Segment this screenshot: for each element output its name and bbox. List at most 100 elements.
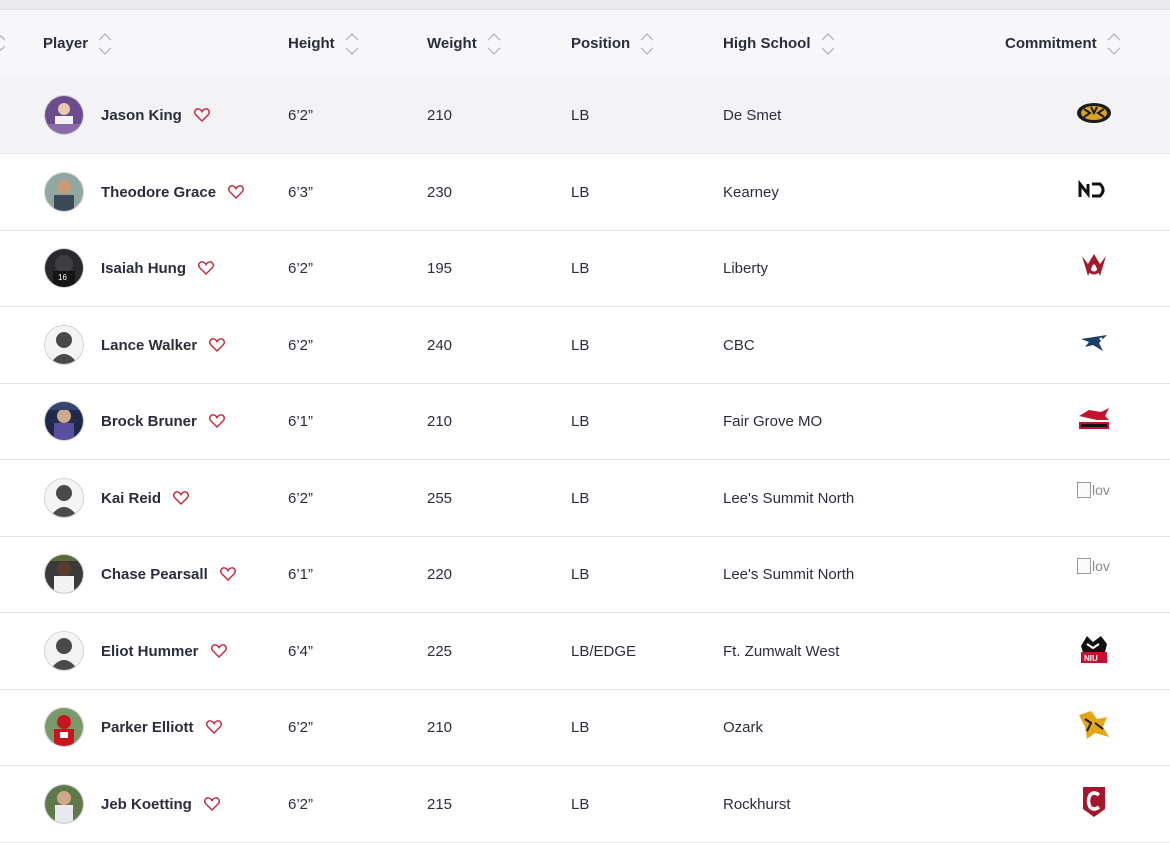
table-header: Player Height Weight Position High Schoo… — [0, 10, 1170, 78]
player-name[interactable]: Theodore Grace — [101, 184, 216, 201]
bird-logo-icon[interactable] — [1076, 325, 1112, 361]
player-avatar[interactable] — [44, 401, 84, 441]
high-school-cell: Kearney — [723, 183, 779, 201]
player-avatar[interactable] — [44, 172, 84, 212]
broken-image-icon[interactable]: lov — [1077, 482, 1113, 498]
table-row[interactable]: Eliot Hummer 6’4” 225 LB/EDGE Ft. Zumwal… — [0, 613, 1170, 690]
table-row[interactable]: Parker Elliott 6’2” 210 LB Ozark — [0, 689, 1170, 766]
table-row[interactable]: Kai Reid 6’2” 255 LB Lee's Summit North … — [0, 460, 1170, 537]
column-label-position: Position — [571, 35, 631, 52]
redhawk-logo-icon[interactable] — [1076, 401, 1112, 437]
position-cell: LB — [571, 336, 590, 354]
broken-image-glyph — [1077, 482, 1091, 498]
column-header-position[interactable]: Position — [571, 10, 654, 77]
weight-cell: 215 — [427, 795, 453, 813]
column-header-height[interactable]: Height — [288, 10, 359, 77]
broken-image-alt-text: lov — [1092, 482, 1110, 498]
player-name-cell: Isaiah Hung — [101, 230, 214, 306]
favorite-heart-icon[interactable] — [173, 491, 189, 505]
sort-icon[interactable] — [487, 30, 501, 58]
favorite-heart-icon[interactable] — [203, 797, 220, 811]
player-name-cell: Jeb Koetting — [101, 766, 220, 842]
column-header-player[interactable]: Player — [43, 10, 112, 77]
player-name-cell: Brock Bruner — [101, 383, 225, 459]
broken-image-icon[interactable]: lov — [1077, 558, 1113, 574]
favorite-heart-icon[interactable] — [208, 414, 225, 428]
nd-logo-icon[interactable] — [1076, 172, 1112, 208]
height-cell: 6’2” — [288, 489, 314, 507]
player-name[interactable]: Eliot Hummer — [101, 643, 199, 660]
tiger-logo-icon[interactable] — [1076, 95, 1112, 131]
position-cell: LB — [571, 106, 590, 124]
wsu-logo-icon[interactable] — [1076, 248, 1112, 284]
position-cell: LB — [571, 565, 590, 583]
high-school-cell: CBC — [723, 336, 755, 354]
height-cell: 6’4” — [288, 642, 314, 660]
player-avatar[interactable] — [44, 631, 84, 671]
height-cell: 6’2” — [288, 106, 314, 124]
weight-cell: 225 — [427, 642, 453, 660]
table-row[interactable]: Chase Pearsall 6’1” 220 LB Lee's Summit … — [0, 536, 1170, 613]
sort-icon[interactable] — [640, 30, 654, 58]
high-school-cell: Rockhurst — [723, 795, 791, 813]
table-row[interactable]: Jeb Koetting 6’2” 215 LB Rockhurst — [0, 766, 1170, 843]
player-avatar[interactable] — [44, 325, 84, 365]
c-logo-icon[interactable] — [1076, 784, 1112, 820]
players-table: Player Height Weight Position High Schoo… — [0, 10, 1170, 843]
player-name[interactable]: Isaiah Hung — [101, 260, 186, 277]
sort-icon[interactable] — [98, 30, 112, 58]
sort-icon[interactable] — [1107, 30, 1121, 58]
table-row[interactable]: 16 Isaiah Hung 6’2” 195 LB Liberty — [0, 230, 1170, 307]
player-name[interactable]: Chase Pearsall — [101, 566, 208, 583]
player-name[interactable]: Jeb Koetting — [101, 796, 192, 813]
column-header-commitment[interactable]: Commitment — [1005, 10, 1121, 77]
player-name[interactable]: Kai Reid — [101, 490, 161, 507]
player-avatar[interactable] — [44, 784, 84, 824]
weight-cell: 220 — [427, 565, 453, 583]
favorite-heart-icon[interactable] — [193, 108, 210, 122]
broken-image-alt-text: lov — [1092, 558, 1110, 574]
sort-icon[interactable] — [345, 30, 359, 58]
position-cell: LB — [571, 259, 590, 277]
weight-cell: 230 — [427, 183, 453, 201]
position-cell: LB — [571, 718, 590, 736]
height-cell: 6’1” — [288, 565, 314, 583]
favorite-heart-icon[interactable] — [228, 185, 244, 199]
favorite-heart-icon[interactable] — [198, 261, 214, 275]
player-avatar[interactable]: 16 — [44, 248, 84, 288]
player-avatar[interactable] — [44, 707, 84, 747]
column-header-high-school[interactable]: High School — [723, 10, 835, 77]
table-row[interactable]: Lance Walker 6’2” 240 LB CBC — [0, 307, 1170, 384]
player-avatar[interactable] — [44, 95, 84, 135]
high-school-cell: Fair Grove MO — [723, 412, 823, 430]
collapsed-sort-icon[interactable] — [0, 32, 5, 54]
player-name[interactable]: Jason King — [101, 107, 182, 124]
favorite-heart-icon[interactable] — [209, 338, 226, 352]
favorite-heart-icon[interactable] — [205, 720, 222, 734]
player-avatar[interactable] — [44, 554, 84, 594]
position-cell: LB — [571, 183, 590, 201]
player-avatar[interactable] — [44, 478, 84, 518]
favorite-heart-icon[interactable] — [210, 644, 227, 658]
player-name[interactable]: Brock Bruner — [101, 413, 197, 430]
weight-cell: 210 — [427, 412, 453, 430]
position-cell: LB — [571, 795, 590, 813]
hornet-logo-icon[interactable] — [1076, 707, 1112, 743]
position-cell: LB — [571, 412, 590, 430]
column-header-weight[interactable]: Weight — [427, 10, 501, 77]
top-scroll-edge — [0, 0, 1170, 10]
player-name[interactable]: Lance Walker — [101, 337, 197, 354]
column-label-high-school: High School — [723, 35, 811, 52]
height-cell: 6’2” — [288, 336, 314, 354]
husky-logo-icon[interactable]: NIU — [1076, 631, 1112, 667]
player-name[interactable]: Parker Elliott — [101, 719, 194, 736]
height-cell: 6’2” — [288, 795, 314, 813]
table-row[interactable]: Brock Bruner 6’1” 210 LB Fair Grove MO — [0, 383, 1170, 460]
column-label-player: Player — [43, 35, 89, 52]
table-row[interactable]: Theodore Grace 6’3” 230 LB Kearney — [0, 154, 1170, 231]
position-cell: LB/EDGE — [571, 642, 637, 660]
table-row[interactable]: Jason King 6’2” 210 LB De Smet — [0, 77, 1170, 154]
sort-icon[interactable] — [820, 30, 835, 58]
player-name-cell: Theodore Grace — [101, 154, 244, 230]
favorite-heart-icon[interactable] — [219, 567, 236, 581]
